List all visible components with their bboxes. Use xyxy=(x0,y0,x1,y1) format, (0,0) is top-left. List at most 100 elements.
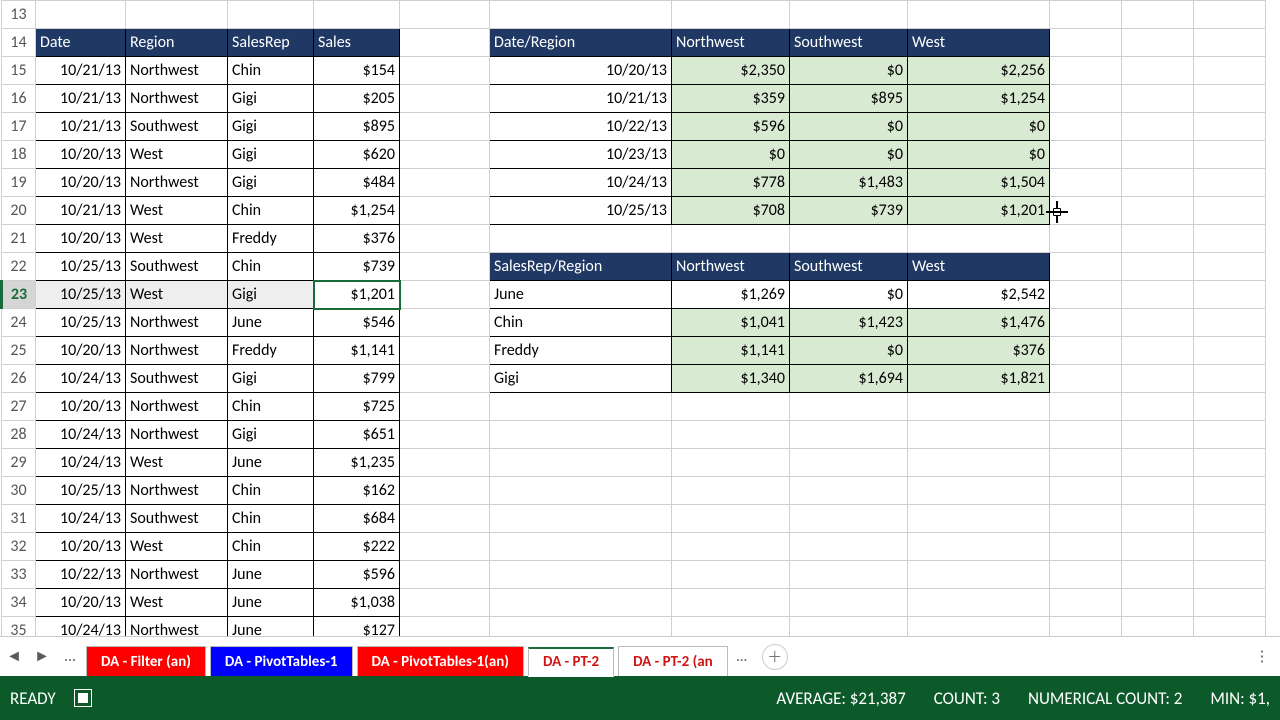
cell[interactable] xyxy=(1050,393,1122,421)
cell[interactable] xyxy=(1122,113,1194,141)
cell[interactable]: Freddy xyxy=(228,337,314,365)
tab-scroll-left-icon[interactable]: ◄ xyxy=(0,647,28,666)
cell[interactable] xyxy=(908,449,1050,477)
cell[interactable] xyxy=(790,505,908,533)
cell[interactable] xyxy=(126,1,228,29)
cell[interactable]: 10/23/13 xyxy=(490,141,672,169)
cell[interactable]: $1,041 xyxy=(672,309,790,337)
cell[interactable] xyxy=(1050,85,1122,113)
cell[interactable] xyxy=(1122,281,1194,309)
cell[interactable]: 10/20/13 xyxy=(36,225,126,253)
cell[interactable] xyxy=(790,617,908,637)
cell[interactable] xyxy=(790,589,908,617)
cell[interactable]: $0 xyxy=(790,113,908,141)
cell[interactable] xyxy=(672,449,790,477)
cell[interactable]: $778 xyxy=(672,169,790,197)
cell[interactable]: $1,476 xyxy=(908,309,1050,337)
cell[interactable]: 10/20/13 xyxy=(36,393,126,421)
cell[interactable] xyxy=(672,393,790,421)
row-header[interactable]: 30 xyxy=(2,477,36,505)
cell[interactable]: $0 xyxy=(672,141,790,169)
cell[interactable] xyxy=(1050,421,1122,449)
cell[interactable] xyxy=(1194,225,1266,253)
cell[interactable]: Chin xyxy=(228,477,314,505)
cell[interactable]: $2,350 xyxy=(672,57,790,85)
cell[interactable] xyxy=(1050,29,1122,57)
cell[interactable] xyxy=(908,589,1050,617)
row-header[interactable]: 14 xyxy=(2,29,36,57)
cell[interactable] xyxy=(908,477,1050,505)
cell[interactable] xyxy=(400,505,490,533)
cell[interactable]: Northwest xyxy=(126,393,228,421)
cell[interactable] xyxy=(1122,365,1194,393)
cell[interactable] xyxy=(1122,85,1194,113)
cell[interactable] xyxy=(1194,477,1266,505)
cell[interactable] xyxy=(490,449,672,477)
cell[interactable]: Chin xyxy=(228,533,314,561)
cell[interactable]: $1,201 xyxy=(314,281,400,309)
cell[interactable]: $708 xyxy=(672,197,790,225)
cell[interactable]: Gigi xyxy=(228,365,314,393)
row-header[interactable]: 21 xyxy=(2,225,36,253)
cell[interactable]: $154 xyxy=(314,57,400,85)
row-header[interactable]: 22 xyxy=(2,253,36,281)
cell[interactable] xyxy=(490,505,672,533)
cell[interactable]: June xyxy=(228,309,314,337)
cell[interactable]: Southwest xyxy=(126,253,228,281)
cell[interactable] xyxy=(1194,57,1266,85)
tab-scroll-right-icon[interactable]: ► xyxy=(28,647,56,666)
cell[interactable]: $2,542 xyxy=(908,281,1050,309)
cell[interactable] xyxy=(1050,561,1122,589)
cell[interactable]: $895 xyxy=(314,113,400,141)
cell[interactable] xyxy=(1050,141,1122,169)
cell[interactable] xyxy=(490,1,672,29)
cell[interactable]: $127 xyxy=(314,617,400,637)
sheet-tab[interactable]: DA - PivotTables-1 xyxy=(210,646,353,676)
row-header[interactable]: 28 xyxy=(2,421,36,449)
cell[interactable]: $799 xyxy=(314,365,400,393)
cell[interactable] xyxy=(1194,561,1266,589)
cell[interactable] xyxy=(1050,309,1122,337)
cell[interactable] xyxy=(1194,589,1266,617)
cell[interactable] xyxy=(1194,141,1266,169)
row-header[interactable]: 16 xyxy=(2,85,36,113)
cell[interactable] xyxy=(672,589,790,617)
cell[interactable] xyxy=(1050,1,1122,29)
vert-dots-icon[interactable]: ⋮ xyxy=(1250,647,1274,666)
cell[interactable] xyxy=(1194,281,1266,309)
cell[interactable] xyxy=(1194,85,1266,113)
row-header[interactable]: 17 xyxy=(2,113,36,141)
cell[interactable] xyxy=(1194,421,1266,449)
cell[interactable] xyxy=(790,421,908,449)
cell[interactable] xyxy=(490,393,672,421)
cell[interactable] xyxy=(1122,561,1194,589)
cell[interactable]: 10/21/13 xyxy=(36,85,126,113)
cell[interactable]: $1,423 xyxy=(790,309,908,337)
cell[interactable] xyxy=(1050,533,1122,561)
cell[interactable]: June xyxy=(490,281,672,309)
cell[interactable]: $0 xyxy=(908,113,1050,141)
cell[interactable] xyxy=(1050,57,1122,85)
cell[interactable] xyxy=(1050,225,1122,253)
cell[interactable]: 10/25/13 xyxy=(36,309,126,337)
row-header[interactable]: 18 xyxy=(2,141,36,169)
row-header[interactable]: 26 xyxy=(2,365,36,393)
cell[interactable]: $739 xyxy=(790,197,908,225)
cell[interactable] xyxy=(1050,589,1122,617)
cell[interactable]: $596 xyxy=(314,561,400,589)
cell[interactable]: 10/21/13 xyxy=(36,57,126,85)
cell[interactable]: West xyxy=(126,533,228,561)
cell[interactable] xyxy=(400,85,490,113)
cell[interactable]: Southwest xyxy=(126,365,228,393)
cell[interactable]: $359 xyxy=(672,85,790,113)
cell[interactable] xyxy=(790,449,908,477)
cell[interactable] xyxy=(400,29,490,57)
cell[interactable]: Freddy xyxy=(490,337,672,365)
cell[interactable] xyxy=(1122,449,1194,477)
row-header[interactable]: 24 xyxy=(2,309,36,337)
cell[interactable]: June xyxy=(228,561,314,589)
cell[interactable]: Northwest xyxy=(126,169,228,197)
cell[interactable]: West xyxy=(126,281,228,309)
cell[interactable] xyxy=(790,533,908,561)
cell[interactable]: 10/21/13 xyxy=(490,85,672,113)
